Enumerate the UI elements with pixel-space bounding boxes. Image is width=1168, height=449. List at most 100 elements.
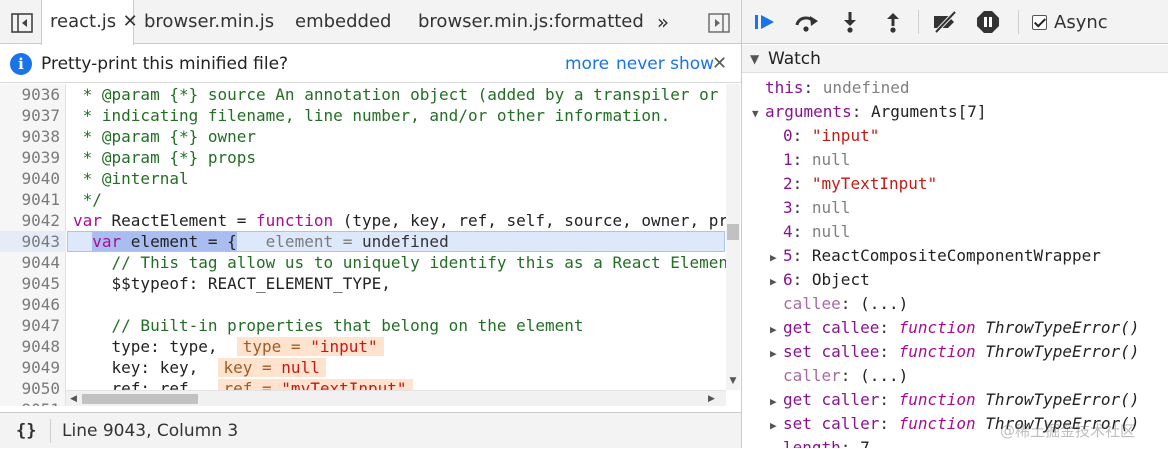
line-number[interactable]: 9042 bbox=[4, 210, 60, 231]
scroll-left-arrow-icon[interactable]: ◀ bbox=[70, 392, 77, 406]
code-line[interactable]: 9038 * @param {*} owner bbox=[0, 126, 726, 147]
code-line[interactable]: 9040 * @internal bbox=[0, 168, 726, 189]
tab-browser-min-js-formatted[interactable]: browser.min.js:formatted bbox=[418, 0, 644, 44]
watch-section-header[interactable]: ▼ Watch bbox=[742, 45, 1168, 73]
line-number[interactable]: 9037 bbox=[4, 105, 60, 126]
line-number[interactable]: 9047 bbox=[4, 315, 60, 336]
scroll-down-arrow-icon[interactable]: ▼ bbox=[726, 374, 740, 388]
line-number[interactable]: 9046 bbox=[4, 294, 60, 315]
code-editor[interactable]: 9036 * @param {*} source An annotation o… bbox=[0, 84, 741, 406]
horizontal-scrollbar[interactable]: ◀ ▶ bbox=[66, 390, 726, 406]
code-line[interactable]: 9046 bbox=[0, 294, 726, 315]
close-tab-icon[interactable]: ✕ bbox=[120, 0, 140, 44]
toggle-navigator-button[interactable] bbox=[8, 10, 36, 36]
line-number[interactable]: 9045 bbox=[4, 273, 60, 294]
line-number[interactable]: 9044 bbox=[4, 252, 60, 273]
code-line[interactable]: 9036 * @param {*} source An annotation o… bbox=[0, 84, 726, 105]
watch-row[interactable]: 0: "input" bbox=[770, 124, 879, 148]
watch-row[interactable]: this: undefined bbox=[752, 76, 910, 100]
code-line[interactable]: 9039 * @param {*} props bbox=[0, 147, 726, 168]
code-line[interactable]: 9047 // Built-in properties that belong … bbox=[0, 315, 726, 336]
close-infobar-icon[interactable]: ✕ bbox=[712, 45, 727, 83]
line-number[interactable]: 9040 bbox=[4, 168, 60, 189]
toolbar-divider bbox=[1018, 10, 1019, 34]
panel-right-icon bbox=[708, 13, 730, 33]
watch-row[interactable]: ▶ get callee: function ThrowTypeError() bbox=[770, 316, 1139, 340]
watch-row[interactable]: 3: null bbox=[770, 196, 850, 220]
property-name: 1 bbox=[783, 150, 793, 169]
vertical-scrollbar[interactable]: ▼ bbox=[726, 84, 740, 390]
debugger-sidebar: Async ▼ Watch this: undefined ▼ arguments:… bbox=[742, 0, 1168, 448]
code-text: // This tag allow us to uniquely identif… bbox=[73, 252, 729, 273]
watch-row[interactable]: caller: (...) bbox=[770, 364, 908, 388]
horizontal-scroll-thumb[interactable] bbox=[82, 394, 198, 404]
watch-row[interactable]: ▶ 5: ReactCompositeComponentWrapper bbox=[770, 244, 1101, 268]
collapsed-triangle-icon[interactable]: ▶ bbox=[770, 318, 783, 342]
scroll-right-arrow-icon[interactable]: ▶ bbox=[708, 392, 715, 406]
collapsed-triangle-icon[interactable]: ▶ bbox=[770, 414, 783, 438]
line-number[interactable]: 9043 bbox=[4, 231, 60, 252]
collapsed-triangle-icon[interactable]: ▶ bbox=[770, 270, 783, 294]
watch-row[interactable]: 2: "myTextInput" bbox=[770, 172, 937, 196]
code-line[interactable]: 9041 */ bbox=[0, 189, 726, 210]
code-line[interactable]: 9048 type: type, type = "input" bbox=[0, 336, 726, 357]
code-line[interactable]: 9037 * indicating filename, line number,… bbox=[0, 105, 726, 126]
code-text: var element = { element = undefined bbox=[73, 231, 449, 252]
more-tabs-chevron-icon[interactable]: » bbox=[648, 0, 678, 44]
watch-row[interactable]: 4: null bbox=[770, 220, 850, 244]
deactivate-breakpoints-button[interactable] bbox=[930, 9, 960, 35]
async-checkbox[interactable]: Async bbox=[1032, 0, 1108, 46]
pause-on-exceptions-button[interactable] bbox=[973, 9, 1003, 35]
line-number[interactable]: 9041 bbox=[4, 189, 60, 210]
code-line[interactable]: 9045 $$typeof: REACT_ELEMENT_TYPE, bbox=[0, 273, 726, 294]
watermark: @稀土掘金技术社区 bbox=[1000, 422, 1136, 440]
watch-row[interactable]: 1: null bbox=[770, 148, 850, 172]
watch-row[interactable]: ▼ arguments: Arguments[7] bbox=[752, 100, 987, 124]
pretty-print-button[interactable]: {} bbox=[16, 413, 36, 449]
more-link[interactable]: more bbox=[565, 45, 609, 83]
code-text: * @param {*} owner bbox=[73, 126, 256, 147]
inline-value-name: key = bbox=[223, 358, 282, 377]
tab-browser-min-js[interactable]: browser.min.js bbox=[144, 0, 274, 44]
step-into-button[interactable] bbox=[835, 9, 865, 35]
watch-row[interactable]: ▶ 6: Object bbox=[770, 268, 870, 292]
property-name: 4 bbox=[783, 222, 793, 241]
line-number[interactable]: 9049 bbox=[4, 357, 60, 378]
line-number[interactable]: 9038 bbox=[4, 126, 60, 147]
code-token: ReactElement = bbox=[101, 211, 257, 230]
code-line[interactable]: 9042 var ReactElement = function (type, k… bbox=[0, 210, 737, 231]
function-keyword: function bbox=[898, 318, 976, 337]
step-out-button[interactable] bbox=[878, 9, 908, 35]
resume-button[interactable] bbox=[750, 9, 780, 35]
collapse-triangle-icon[interactable]: ▼ bbox=[750, 45, 759, 73]
watch-row[interactable]: callee: (...) bbox=[770, 292, 908, 316]
code-line[interactable]: 9044 // This tag allow us to uniquely id… bbox=[0, 252, 729, 273]
watch-row[interactable]: length: 7 bbox=[770, 436, 870, 448]
property-value: undefined bbox=[822, 78, 910, 97]
checkbox-checked-icon[interactable] bbox=[1032, 15, 1047, 30]
tab-embedded[interactable]: embedded bbox=[295, 0, 391, 44]
collapsed-triangle-icon[interactable]: ▶ bbox=[770, 342, 783, 366]
step-over-icon bbox=[795, 16, 818, 32]
code-token: element = { bbox=[121, 232, 237, 251]
never-show-link[interactable]: never show bbox=[616, 45, 714, 83]
toggle-debugger-button[interactable] bbox=[705, 10, 733, 36]
watch-row[interactable]: ▶ set callee: function ThrowTypeError() bbox=[770, 340, 1139, 364]
line-number[interactable]: 9048 bbox=[4, 336, 60, 357]
line-number[interactable]: 9051 bbox=[4, 399, 60, 406]
watch-row[interactable]: ▶ get caller: function ThrowTypeError() bbox=[770, 388, 1139, 412]
editor-tab-bar: react.js ✕ browser.min.js embedded browse… bbox=[0, 0, 741, 45]
property-value: null bbox=[811, 198, 851, 217]
line-number[interactable]: 9039 bbox=[4, 147, 60, 168]
tab-react-js[interactable]: react.js ✕ bbox=[41, 0, 138, 45]
expanded-triangle-icon[interactable]: ▼ bbox=[752, 102, 765, 126]
step-over-button[interactable] bbox=[792, 9, 822, 35]
line-number[interactable]: 9050 bbox=[4, 378, 60, 399]
code-line[interactable]: 9043 var element = { element = undefined bbox=[0, 231, 726, 252]
line-number[interactable]: 9036 bbox=[4, 84, 60, 105]
code-line[interactable]: 9049 key: key, key = null bbox=[0, 357, 726, 378]
vertical-scroll-thumb[interactable] bbox=[727, 224, 739, 240]
collapsed-triangle-icon[interactable]: ▶ bbox=[770, 390, 783, 414]
collapsed-triangle-icon[interactable]: ▶ bbox=[770, 246, 783, 270]
inline-value-hint: element = bbox=[236, 232, 362, 251]
